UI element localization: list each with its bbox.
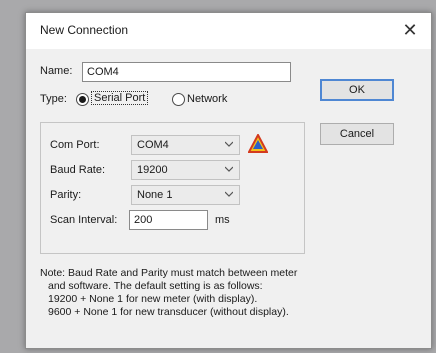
network-radio-label[interactable]: Network <box>187 93 227 105</box>
note-line-4: 9600 + None 1 for new transducer (withou… <box>48 306 289 318</box>
parity-value: None 1 <box>137 189 173 201</box>
serial-port-radio[interactable] <box>76 93 89 106</box>
com-port-value: COM4 <box>137 139 169 151</box>
baud-rate-select[interactable]: 19200 <box>131 160 240 180</box>
scan-interval-input[interactable]: 200 <box>129 210 208 230</box>
note-line-3: 19200 + None 1 for new meter (with displ… <box>48 293 258 305</box>
note-line-2: and software. The default setting is as … <box>48 280 263 292</box>
title-bar: New Connection ✕ <box>26 13 431 49</box>
note-text: Note: Baud Rate and Parity must match be… <box>40 267 297 319</box>
new-connection-dialog: New Connection ✕ Name: COM4 Type: Serial… <box>25 12 432 349</box>
dialog-title: New Connection <box>40 23 129 37</box>
type-label: Type: <box>40 93 67 105</box>
serial-settings-group: Com Port: COM4 Baud Rate: 19200 Parity: … <box>40 122 305 254</box>
ok-button[interactable]: OK <box>320 79 394 101</box>
parity-select[interactable]: None 1 <box>131 185 240 205</box>
chevron-down-icon <box>225 191 233 197</box>
parity-label: Parity: <box>50 189 82 201</box>
name-input[interactable]: COM4 <box>82 62 291 82</box>
baud-rate-value: 19200 <box>137 164 168 176</box>
serial-port-radio-label[interactable]: Serial Port <box>91 91 149 105</box>
note-line-1: Note: Baud Rate and Parity must match be… <box>40 267 298 279</box>
name-label: Name: <box>40 65 73 77</box>
chevron-down-icon <box>225 141 233 147</box>
close-icon[interactable]: ✕ <box>395 17 425 43</box>
chevron-down-icon <box>225 166 233 172</box>
warning-triangle-icon[interactable] <box>248 134 268 153</box>
scan-interval-unit: ms <box>215 214 230 226</box>
network-radio[interactable] <box>172 93 185 106</box>
baud-rate-label: Baud Rate: <box>50 164 106 176</box>
com-port-select[interactable]: COM4 <box>131 135 240 155</box>
scan-interval-label: Scan Interval: <box>50 214 118 226</box>
cancel-button[interactable]: Cancel <box>320 123 394 145</box>
com-port-label: Com Port: <box>50 139 100 151</box>
